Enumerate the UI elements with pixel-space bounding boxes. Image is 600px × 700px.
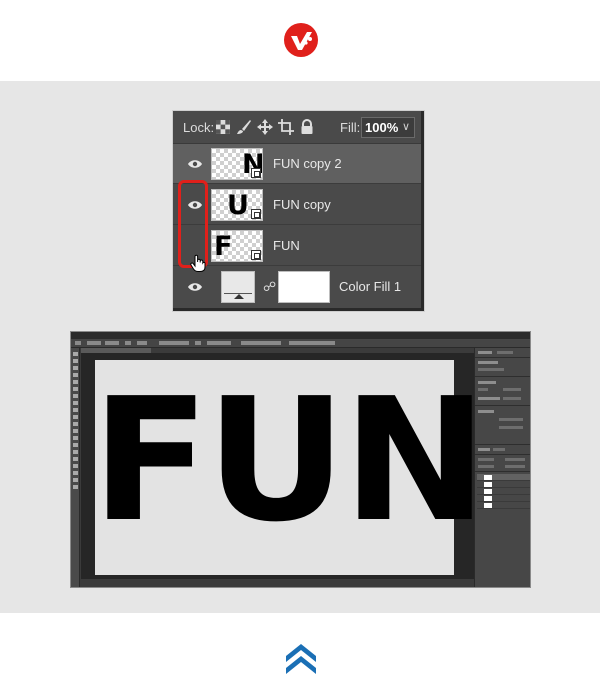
title-bar: [71, 332, 530, 347]
fill-adjustment-thumbnail: [221, 271, 255, 303]
mini-layer-row[interactable]: [477, 474, 530, 481]
lock-all-icon[interactable]: [299, 119, 315, 135]
eye-icon[interactable]: [187, 281, 203, 293]
layer-row-fun[interactable]: F FUN: [173, 226, 421, 266]
layer-thumbnail: U: [211, 189, 263, 221]
chevron-down-icon[interactable]: ∨: [402, 120, 410, 133]
hand-cursor-icon: [190, 254, 206, 272]
layer-name[interactable]: FUN: [273, 238, 300, 253]
smart-object-icon: [251, 209, 261, 219]
double-chevron-up-icon[interactable]: [283, 638, 319, 674]
mini-layer-row[interactable]: [477, 495, 530, 502]
photoshop-window: FUN: [70, 331, 531, 588]
layer-name[interactable]: Color Fill 1: [339, 279, 401, 294]
brand-logo-icon[interactable]: [283, 22, 319, 58]
lock-position-icon[interactable]: [257, 119, 273, 135]
layer-thumbnail: F: [211, 230, 263, 262]
canvas-text: FUN: [91, 362, 487, 560]
status-bar: [81, 580, 474, 587]
smart-object-icon: [251, 168, 261, 178]
layer-name[interactable]: FUN copy 2: [273, 156, 342, 171]
tools-panel: [71, 348, 80, 587]
thumbnail-letter: F: [214, 231, 233, 262]
mini-layer-row[interactable]: [477, 488, 530, 495]
smart-object-icon: [251, 250, 261, 260]
document-canvas[interactable]: FUN: [91, 360, 488, 575]
mini-layer-row[interactable]: [477, 481, 530, 488]
options-bar: [71, 339, 530, 348]
lock-image-pixels-icon[interactable]: [236, 119, 252, 135]
layer-name[interactable]: FUN copy: [273, 197, 331, 212]
link-chain-icon[interactable]: ☍: [263, 279, 276, 295]
layer-row-fun-copy[interactable]: U FUN copy: [173, 185, 421, 225]
lock-artboard-icon[interactable]: [278, 119, 294, 135]
layer-thumbnail: N: [211, 148, 263, 180]
fill-input[interactable]: 100% ∨: [361, 117, 415, 138]
layers-panel: Lock: Fill: 100% ∨ N FUN copy 2 U FUN co…: [173, 111, 424, 311]
layer-mask-thumbnail: [278, 271, 330, 303]
thumbnail-letter: U: [227, 190, 249, 221]
mini-layer-row[interactable]: [477, 502, 530, 509]
fill-value: 100%: [365, 120, 399, 135]
lock-row: Lock: Fill: 100% ∨: [173, 111, 421, 144]
lock-transparent-pixels-icon[interactable]: [215, 119, 231, 135]
fill-label: Fill:: [340, 120, 361, 135]
eye-icon[interactable]: [187, 158, 203, 170]
lock-label: Lock:: [183, 120, 215, 135]
layer-row-color-fill-1[interactable]: ☍ Color Fill 1: [173, 267, 421, 307]
panel-dock: [474, 348, 530, 587]
layer-row-fun-copy-2[interactable]: N FUN copy 2: [173, 144, 421, 184]
